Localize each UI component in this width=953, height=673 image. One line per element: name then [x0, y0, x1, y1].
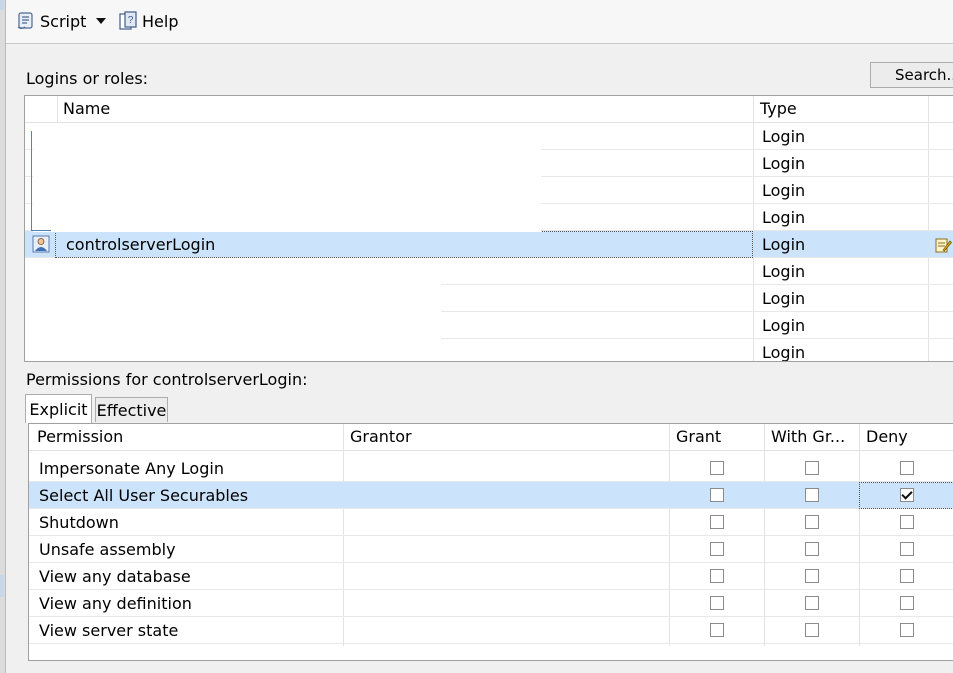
logins-grid: Name Type Login Login Login Login contro… [24, 95, 953, 362]
tree-line [31, 230, 51, 231]
login-type: Login [762, 235, 806, 254]
login-name: controlserverLogin [66, 235, 216, 254]
column-header-grant[interactable]: Grant [670, 424, 765, 450]
user-icon [32, 235, 50, 257]
permission-row[interactable]: View any definition [29, 590, 953, 617]
deny-checkbox[interactable] [900, 623, 914, 637]
permission-row[interactable]: Unsafe assembly [29, 536, 953, 563]
permission-row[interactable]: View any database [29, 563, 953, 590]
with-grant-checkbox[interactable] [805, 515, 819, 529]
left-edge-strip [0, 0, 6, 673]
logins-header: Name Type [25, 96, 953, 123]
column-header-with-grant[interactable]: With Gr... [765, 424, 860, 450]
column-header-name[interactable]: Name [57, 96, 753, 122]
with-grant-checkbox[interactable] [805, 623, 819, 637]
login-type: Login [762, 289, 806, 308]
login-type: Login [762, 343, 806, 362]
edge-highlight [0, 575, 4, 597]
edit-properties-icon[interactable] [934, 236, 952, 258]
toolbar: Script ? Help [6, 0, 953, 44]
permissions-grid: Permission Grantor Grant With Gr... Deny… [28, 423, 953, 661]
deny-checkbox[interactable] [900, 542, 914, 556]
deny-checkbox[interactable] [900, 569, 914, 583]
search-button[interactable]: Search... [870, 62, 953, 88]
with-grant-checkbox[interactable] [805, 569, 819, 583]
grant-checkbox[interactable] [710, 596, 724, 610]
permission-row[interactable]: Impersonate Any Login [29, 455, 953, 482]
grant-checkbox[interactable] [710, 488, 724, 502]
login-type: Login [762, 208, 806, 227]
help-icon: ? [118, 11, 138, 31]
deny-checkbox[interactable] [900, 596, 914, 610]
tab-effective[interactable]: Effective [95, 397, 168, 422]
permission-name: Select All User Securables [39, 486, 249, 505]
help-button[interactable]: ? Help [118, 10, 178, 32]
login-type: Login [762, 181, 806, 200]
with-grant-checkbox[interactable] [805, 596, 819, 610]
script-dropdown-button[interactable] [95, 10, 107, 32]
permission-name: Shutdown [39, 513, 119, 532]
grant-checkbox[interactable] [710, 461, 724, 475]
permission-row-selected[interactable]: Select All User Securables [29, 482, 953, 509]
tab-explicit[interactable]: Explicit [25, 394, 92, 423]
permission-name: Unsafe assembly [39, 540, 176, 559]
script-icon [16, 11, 36, 31]
script-label: Script [40, 11, 87, 31]
deny-checkbox[interactable] [900, 461, 914, 475]
column-header-permission[interactable]: Permission [31, 424, 343, 450]
column-header-deny[interactable]: Deny [860, 424, 953, 450]
permission-name: View any database [39, 567, 191, 586]
login-row-selected[interactable]: controlserverLogin Login [25, 231, 953, 258]
column-header-type[interactable]: Type [754, 96, 928, 122]
help-label: Help [142, 11, 179, 31]
login-type: Login [762, 262, 806, 281]
grant-checkbox[interactable] [710, 569, 724, 583]
permission-name: Impersonate Any Login [39, 459, 224, 478]
grant-checkbox[interactable] [710, 623, 724, 637]
grant-checkbox[interactable] [710, 515, 724, 529]
permission-name: View any definition [39, 594, 192, 613]
login-type: Login [762, 316, 806, 335]
with-grant-checkbox[interactable] [805, 488, 819, 502]
permissions-title: Permissions for controlserverLogin: [26, 370, 308, 389]
edge-highlight [0, 0, 4, 10]
script-button[interactable]: Script [16, 10, 86, 32]
login-type: Login [762, 154, 806, 173]
login-type: Login [762, 127, 806, 146]
chevron-down-icon [95, 16, 107, 26]
permission-row[interactable]: View server state [29, 617, 953, 644]
tree-line [31, 131, 32, 231]
column-header-grantor[interactable]: Grantor [344, 424, 669, 450]
grant-checkbox[interactable] [710, 542, 724, 556]
permission-row[interactable]: Shutdown [29, 509, 953, 536]
svg-text:?: ? [128, 15, 134, 26]
redacted-area [33, 124, 541, 232]
permissions-header: Permission Grantor Grant With Gr... Deny [29, 424, 953, 451]
deny-checkbox[interactable] [900, 515, 914, 529]
column-divider [57, 96, 58, 122]
redacted-area [25, 259, 441, 361]
with-grant-checkbox[interactable] [805, 461, 819, 475]
with-grant-checkbox[interactable] [805, 542, 819, 556]
deny-checkbox[interactable] [900, 488, 914, 502]
permission-name: View server state [39, 621, 179, 640]
logins-title: Logins or roles: [26, 69, 149, 88]
